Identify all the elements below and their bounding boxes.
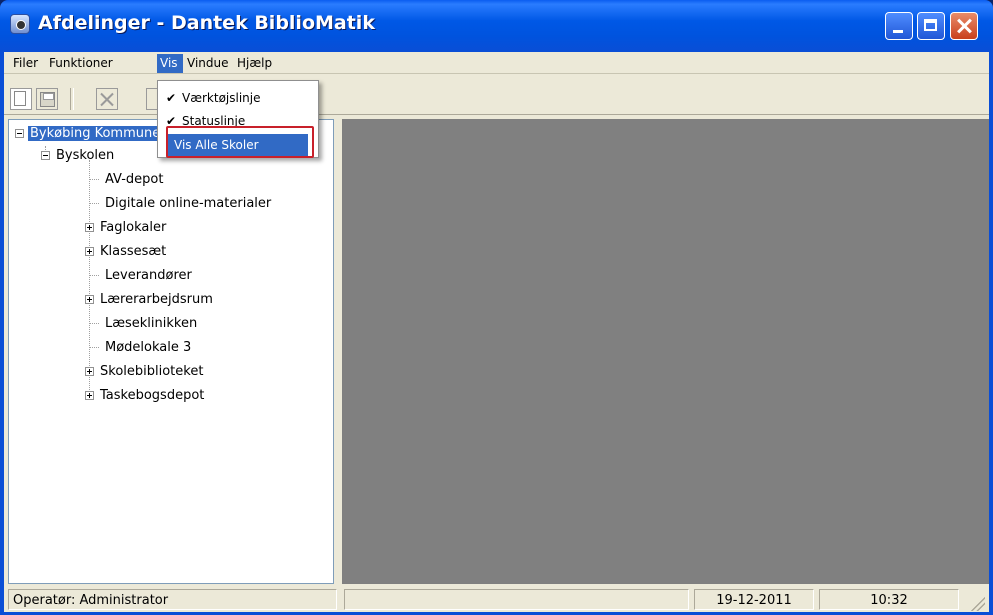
tree-node-item[interactable]: Lærerarbejdsrum [85, 290, 215, 310]
tree-node-item[interactable]: Taskebogsdepot [85, 386, 206, 406]
status-empty-panel [344, 589, 689, 610]
tree-line [89, 322, 99, 325]
tree-node-label: AV-depot [105, 172, 164, 187]
tree-node-item[interactable]: Skolebiblioteket [85, 362, 205, 382]
status-bar: Operatør: Administrator 19-12-2011 10:32 [4, 587, 989, 612]
delete-icon[interactable] [96, 88, 118, 110]
tree-node-label: Skolebiblioteket [100, 364, 204, 379]
expand-icon[interactable] [85, 223, 94, 232]
menu-filer[interactable]: Filer [10, 54, 41, 73]
menu-item-label: Værktøjslinje [182, 91, 261, 105]
highlight-annotation [166, 126, 314, 158]
tree-node-item[interactable]: Faglokaler [85, 218, 168, 238]
expand-icon[interactable] [85, 367, 94, 376]
menu-vindue[interactable]: Vindue [184, 54, 232, 73]
window-frame-right [989, 52, 993, 612]
tree-line [89, 178, 99, 181]
tree-node-label: Digitale online-materialer [105, 196, 272, 211]
tree-node-label: Mødelokale 3 [105, 340, 192, 355]
department-tree[interactable]: Bykøbing Kommune Byskolen AV-depot Digit… [8, 119, 334, 584]
new-icon[interactable] [10, 88, 32, 110]
tree-node-label: Leverandører [105, 268, 192, 283]
status-date: 19-12-2011 [694, 589, 814, 610]
collapse-icon[interactable] [41, 151, 50, 160]
title-bar[interactable]: Afdelinger - Dantek BiblioMatik [0, 0, 993, 52]
tree-node-label: Læseklinikken [105, 316, 198, 331]
tree-node-item[interactable]: Læseklinikken [89, 314, 199, 334]
tree-node-item[interactable]: AV-depot [89, 170, 165, 190]
tree-node-label: Byskolen [56, 148, 115, 163]
toolbar [4, 75, 989, 115]
close-button[interactable] [950, 12, 978, 40]
tree-node-label: Taskebogsdepot [100, 388, 205, 403]
toolbar-separator [70, 88, 74, 110]
tree-node-root[interactable]: Bykøbing Kommune [15, 124, 163, 144]
tree-node-item[interactable]: Leverandører [89, 266, 194, 286]
menu-hjaelp[interactable]: Hjælp [234, 54, 275, 73]
expand-icon[interactable] [85, 391, 94, 400]
tree-node-label: Bykøbing Kommune [28, 126, 163, 141]
tree-node-school[interactable]: Byskolen [41, 146, 116, 166]
expand-icon[interactable] [85, 295, 94, 304]
menu-bar: Filer Funktioner Vis Vindue Hjælp [4, 52, 989, 74]
save-icon[interactable] [36, 88, 58, 110]
window-title: Afdelinger - Dantek BiblioMatik [38, 12, 375, 34]
menu-vis[interactable]: Vis [157, 54, 183, 73]
app-window: Afdelinger - Dantek BiblioMatik Filer Fu… [0, 0, 993, 615]
expand-icon[interactable] [85, 247, 94, 256]
tree-node-label: Faglokaler [100, 220, 167, 235]
collapse-icon[interactable] [15, 129, 24, 138]
app-icon[interactable] [10, 14, 30, 34]
tree-node-item[interactable]: Klassesæt [85, 242, 168, 262]
tree-node-label: Klassesæt [100, 244, 167, 259]
tree-node-item[interactable]: Mødelokale 3 [89, 338, 193, 358]
menu-item-vaerktojslinje[interactable]: ✔ Værktøjslinje [160, 87, 316, 109]
menu-funktioner[interactable]: Funktioner [46, 54, 116, 73]
status-operator: Operatør: Administrator [8, 589, 337, 610]
tree-node-label: Lærerarbejdsrum [100, 292, 213, 307]
checkmark-icon: ✔ [166, 91, 177, 105]
client-area: Filer Funktioner Vis Vindue Hjælp Bykøbi… [4, 52, 989, 612]
tree-line [89, 274, 99, 277]
status-time: 10:32 [819, 589, 959, 610]
resize-grip-icon[interactable] [969, 595, 985, 611]
content-pane[interactable] [342, 119, 989, 584]
tree-line [89, 346, 99, 349]
tree-node-item[interactable]: Digitale online-materialer [89, 194, 273, 214]
minimize-button[interactable] [885, 12, 913, 40]
maximize-button[interactable] [917, 12, 945, 40]
tree-line [89, 202, 99, 205]
